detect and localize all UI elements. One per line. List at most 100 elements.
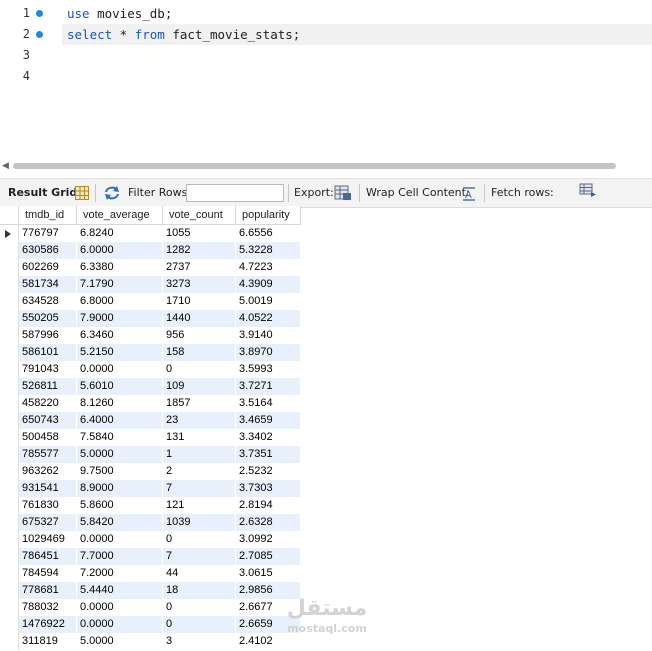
cell-vote-average[interactable]: 0.0000 [76,361,163,378]
row-selector[interactable] [0,293,19,310]
cell-popularity[interactable]: 3.7303 [235,480,301,497]
cell-tmdb-id[interactable]: 761830 [18,497,77,514]
table-row[interactable]: 586101 5.2150 158 3.8970 [0,344,301,361]
cell-vote-average[interactable]: 0.0000 [76,616,163,633]
cell-vote-count[interactable]: 7 [162,480,236,497]
row-selector[interactable] [0,224,19,242]
table-row[interactable]: 1476922 0.0000 0 2.6659 [0,616,301,633]
cell-popularity[interactable]: 2.8194 [235,497,301,514]
cell-vote-average[interactable]: 9.7500 [76,463,163,480]
cell-vote-average[interactable]: 7.5840 [76,429,163,446]
filter-rows-input[interactable] [186,184,284,202]
cell-vote-average[interactable]: 5.0000 [76,446,163,463]
table-row[interactable]: 630586 6.0000 1282 5.3228 [0,242,301,259]
column-header-vote-count[interactable]: vote_count [162,206,236,225]
cell-popularity[interactable]: 3.7351 [235,446,301,463]
cell-tmdb-id[interactable]: 311819 [18,633,77,650]
cell-tmdb-id[interactable]: 602269 [18,259,77,276]
editor-line[interactable]: 3 [0,45,652,66]
cell-vote-count[interactable]: 956 [162,327,236,344]
row-selector[interactable] [0,480,19,497]
cell-vote-average[interactable]: 6.4000 [76,412,163,429]
cell-popularity[interactable]: 2.6328 [235,514,301,531]
cell-popularity[interactable]: 4.3909 [235,276,301,293]
cell-vote-count[interactable]: 0 [162,599,236,616]
cell-popularity[interactable]: 3.9140 [235,327,301,344]
cell-vote-count[interactable]: 109 [162,378,236,395]
cell-tmdb-id[interactable]: 587996 [18,327,77,344]
row-selector[interactable] [0,497,19,514]
cell-vote-count[interactable]: 158 [162,344,236,361]
result-grid-tab[interactable]: Result Grid [8,179,77,207]
column-header-vote-average[interactable]: vote_average [76,206,163,225]
table-row[interactable]: 634528 6.8000 1710 5.0019 [0,293,301,310]
table-row[interactable]: 1029469 0.0000 0 3.0992 [0,531,301,548]
row-selector[interactable] [0,565,19,582]
cell-vote-average[interactable]: 0.0000 [76,599,163,616]
cell-popularity[interactable]: 4.7223 [235,259,301,276]
table-row[interactable]: 785577 5.0000 1 3.7351 [0,446,301,463]
row-selector[interactable] [0,633,19,650]
row-selector[interactable] [0,599,19,616]
cell-vote-average[interactable]: 5.2150 [76,344,163,361]
cell-vote-count[interactable]: 23 [162,412,236,429]
cell-vote-count[interactable]: 44 [162,565,236,582]
cell-popularity[interactable]: 6.6556 [235,224,301,242]
cell-vote-count[interactable]: 1857 [162,395,236,412]
cell-vote-average[interactable]: 6.0000 [76,242,163,259]
cell-popularity[interactable]: 3.0615 [235,565,301,582]
cell-vote-average[interactable]: 6.8240 [76,224,163,242]
table-row[interactable]: 931541 8.9000 7 3.7303 [0,480,301,497]
cell-popularity[interactable]: 5.3228 [235,242,301,259]
table-row[interactable]: 776797 6.8240 1055 6.6556 [0,224,301,242]
cell-vote-count[interactable]: 0 [162,531,236,548]
cell-vote-average[interactable]: 8.1260 [76,395,163,412]
editor-line[interactable]: 4 [0,66,652,87]
cell-tmdb-id[interactable]: 786451 [18,548,77,565]
cell-vote-count[interactable]: 1039 [162,514,236,531]
row-selector[interactable] [0,276,19,293]
cell-vote-count[interactable]: 1440 [162,310,236,327]
cell-popularity[interactable]: 3.3402 [235,429,301,446]
cell-tmdb-id[interactable]: 778681 [18,582,77,599]
table-row[interactable]: 311819 5.0000 3 2.4102 [0,633,301,650]
row-selector[interactable] [0,412,19,429]
row-selector[interactable] [0,446,19,463]
row-selector[interactable] [0,378,19,395]
editor-horizontal-scrollbar[interactable]: ◀ [0,160,652,172]
table-row[interactable]: 650743 6.4000 23 3.4659 [0,412,301,429]
cell-tmdb-id[interactable]: 776797 [18,224,77,242]
editor-line[interactable]: 2 select * from fact_movie_stats; [0,24,652,45]
table-row[interactable]: 526811 5.6010 109 3.7271 [0,378,301,395]
cell-tmdb-id[interactable]: 650743 [18,412,77,429]
cell-tmdb-id[interactable]: 675327 [18,514,77,531]
table-row[interactable]: 675327 5.8420 1039 2.6328 [0,514,301,531]
cell-popularity[interactable]: 3.5164 [235,395,301,412]
cell-vote-count[interactable]: 131 [162,429,236,446]
code-text[interactable]: use movies_db; [67,3,172,24]
row-selector[interactable] [0,531,19,548]
cell-vote-average[interactable]: 5.8420 [76,514,163,531]
code-text[interactable]: select * from fact_movie_stats; [67,24,300,45]
sql-editor[interactable]: 1 use movies_db; 2 select * from fact_mo… [0,0,652,158]
cell-popularity[interactable]: 3.5993 [235,361,301,378]
cell-tmdb-id[interactable]: 791043 [18,361,77,378]
row-selector[interactable] [0,429,19,446]
cell-vote-average[interactable]: 5.6010 [76,378,163,395]
row-selector[interactable] [0,344,19,361]
cell-tmdb-id[interactable]: 963262 [18,463,77,480]
row-selector[interactable] [0,548,19,565]
cell-vote-count[interactable]: 1055 [162,224,236,242]
export-icon[interactable] [334,185,352,201]
cell-popularity[interactable]: 5.0019 [235,293,301,310]
cell-vote-count[interactable]: 1 [162,446,236,463]
cell-vote-count[interactable]: 3 [162,633,236,650]
cell-popularity[interactable]: 3.7271 [235,378,301,395]
cell-vote-count[interactable]: 1710 [162,293,236,310]
row-selector[interactable] [0,242,19,259]
cell-tmdb-id[interactable]: 785577 [18,446,77,463]
cell-vote-average[interactable]: 7.7000 [76,548,163,565]
cell-vote-average[interactable]: 5.8600 [76,497,163,514]
table-row[interactable]: 963262 9.7500 2 2.5232 [0,463,301,480]
cell-popularity[interactable]: 3.0992 [235,531,301,548]
